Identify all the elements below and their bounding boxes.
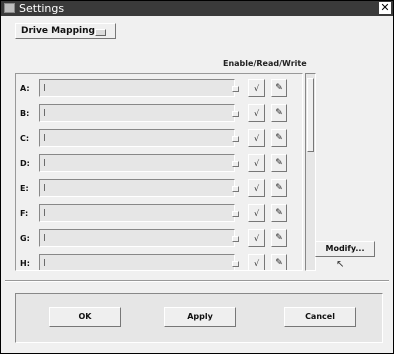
text-cursor-icon: I: [43, 133, 46, 144]
read-write-button[interactable]: ✎: [271, 204, 287, 222]
read-write-button[interactable]: ✎: [271, 254, 287, 270]
drive-letter: E:: [20, 184, 29, 193]
enable-toggle[interactable]: [232, 186, 239, 192]
read-only-button[interactable]: √: [248, 154, 265, 172]
read-only-button[interactable]: √: [248, 79, 265, 97]
title-bar[interactable]: Settings ✕: [1, 1, 393, 16]
read-write-button[interactable]: ✎: [271, 129, 287, 147]
settings-window: Settings ✕ Drive Mapping Enable/Read/Wri…: [0, 0, 394, 354]
text-cursor-icon: I: [43, 233, 46, 244]
drive-letter: H:: [20, 259, 30, 268]
drive-row-f: F: I √ ✎: [16, 203, 302, 227]
drive-row-b: B: I √ ✎: [16, 103, 302, 127]
text-cursor-icon: I: [43, 183, 46, 194]
drive-path-input[interactable]: I: [39, 229, 235, 247]
read-write-button[interactable]: ✎: [271, 104, 287, 122]
window-title: Settings: [19, 2, 65, 15]
read-only-button[interactable]: √: [248, 129, 265, 147]
dialog-divider: [5, 280, 389, 282]
read-only-button[interactable]: √: [248, 254, 265, 270]
drive-letter: A:: [20, 84, 30, 93]
read-write-button[interactable]: ✎: [271, 229, 287, 247]
drive-mapping-option-menu[interactable]: Drive Mapping: [15, 23, 116, 39]
read-only-button[interactable]: √: [248, 204, 265, 222]
enable-toggle[interactable]: [232, 211, 239, 217]
drive-list: A: I √ ✎ B: I √ ✎ C: I √ ✎ D: I √ ✎ E: I…: [15, 73, 303, 271]
text-cursor-icon: I: [43, 208, 46, 219]
enable-toggle[interactable]: [232, 86, 239, 92]
enable-toggle[interactable]: [232, 261, 239, 267]
drive-path-input[interactable]: I: [39, 104, 235, 122]
drive-row-a: A: I √ ✎: [16, 78, 302, 102]
ok-button[interactable]: OK: [49, 307, 121, 327]
drive-path-input[interactable]: I: [39, 179, 235, 197]
drive-path-input[interactable]: I: [39, 79, 235, 97]
cancel-button[interactable]: Cancel: [284, 307, 356, 327]
text-cursor-icon: I: [43, 108, 46, 119]
text-cursor-icon: I: [43, 83, 46, 94]
drive-row-c: C: I √ ✎: [16, 128, 302, 152]
mouse-pointer-icon: ↖: [336, 259, 345, 270]
drive-letter: C:: [20, 134, 30, 143]
drive-letter: B:: [20, 109, 30, 118]
read-write-button[interactable]: ✎: [271, 79, 287, 97]
read-write-button[interactable]: ✎: [271, 179, 287, 197]
drive-path-input[interactable]: I: [39, 204, 235, 222]
enable-read-write-header: Enable/Read/Write: [223, 59, 307, 68]
enable-toggle[interactable]: [232, 236, 239, 242]
read-write-button[interactable]: ✎: [271, 154, 287, 172]
drive-path-input[interactable]: I: [39, 154, 235, 172]
modify-button[interactable]: Modify...: [315, 241, 375, 257]
window-menu-icon[interactable]: [4, 3, 15, 13]
read-only-button[interactable]: √: [248, 179, 265, 197]
enable-toggle[interactable]: [232, 111, 239, 117]
drive-row-h: H: I √ ✎: [16, 253, 302, 270]
drive-row-g: G: I √ ✎: [16, 228, 302, 252]
scrollbar-thumb[interactable]: [307, 78, 314, 152]
read-only-button[interactable]: √: [248, 104, 265, 122]
apply-button[interactable]: Apply: [164, 307, 236, 327]
enable-toggle[interactable]: [232, 161, 239, 167]
option-menu-indicator-icon: [95, 29, 106, 36]
option-menu-label: Drive Mapping: [21, 26, 95, 36]
enable-toggle[interactable]: [232, 136, 239, 142]
drive-letter: G:: [20, 234, 30, 243]
read-only-button[interactable]: √: [248, 229, 265, 247]
text-cursor-icon: I: [43, 158, 46, 169]
drive-letter: F:: [20, 209, 29, 218]
drive-path-input[interactable]: I: [39, 129, 235, 147]
drive-row-d: D: I √ ✎: [16, 153, 302, 177]
text-cursor-icon: I: [43, 258, 46, 269]
close-button[interactable]: ✕: [379, 2, 391, 14]
drive-row-e: E: I √ ✎: [16, 178, 302, 202]
drive-path-input[interactable]: I: [39, 254, 235, 270]
drive-letter: D:: [20, 159, 30, 168]
